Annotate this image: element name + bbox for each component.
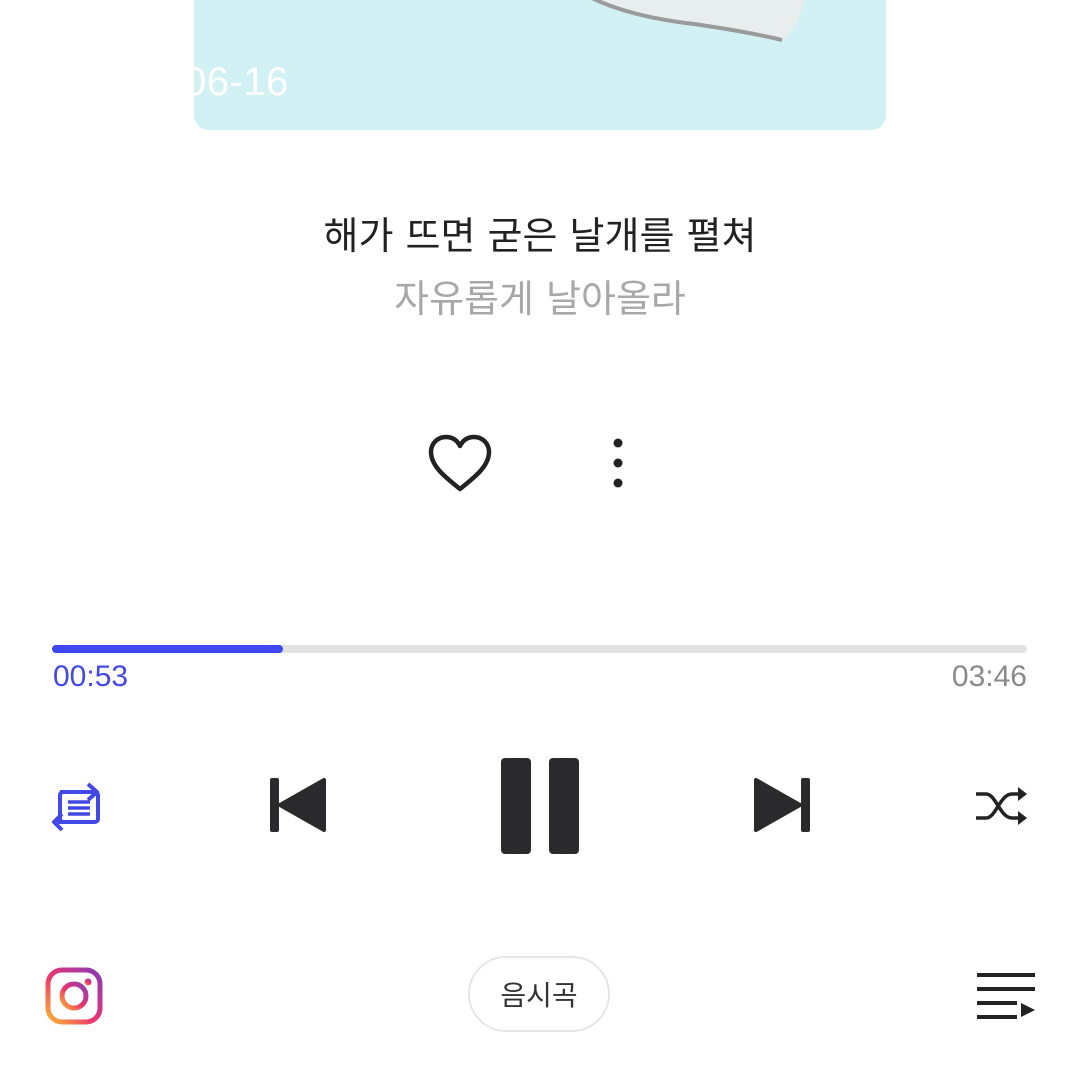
repeat-button[interactable] <box>40 770 120 842</box>
repeat-list-icon <box>52 782 100 832</box>
total-time: 03:46 <box>951 660 1027 693</box>
next-lyric-line[interactable]: 자유롭게 날아올라 <box>0 268 1080 323</box>
skip-next-icon <box>754 778 810 832</box>
heart-outline-icon <box>428 434 492 492</box>
shuffle-button[interactable] <box>962 770 1042 842</box>
like-button[interactable] <box>420 425 500 501</box>
playlist-queue-icon <box>977 973 1035 1019</box>
progress-bar[interactable] <box>52 645 1027 653</box>
instagram-icon <box>45 967 103 1025</box>
skip-previous-icon <box>270 778 326 832</box>
next-button[interactable] <box>738 765 828 845</box>
instagram-share-button[interactable] <box>40 960 108 1032</box>
album-date: 06-16 <box>194 60 289 104</box>
vertical-dots-icon <box>613 438 623 488</box>
pause-button[interactable] <box>490 752 590 860</box>
lyrics-button[interactable]: 음시곡 <box>468 956 610 1032</box>
elapsed-time: 00:53 <box>53 660 129 693</box>
shuffle-icon <box>976 787 1027 825</box>
pause-icon <box>501 758 579 854</box>
album-art-object <box>591 0 804 42</box>
current-lyric-line[interactable]: 해가 뜨면 굳은 날개를 펼쳐 <box>0 205 1080 260</box>
previous-button[interactable] <box>252 765 342 845</box>
album-art[interactable]: 06-16 <box>194 0 886 130</box>
progress-fill <box>52 645 284 653</box>
more-options-button[interactable] <box>590 425 646 501</box>
playlist-button[interactable] <box>970 962 1042 1030</box>
